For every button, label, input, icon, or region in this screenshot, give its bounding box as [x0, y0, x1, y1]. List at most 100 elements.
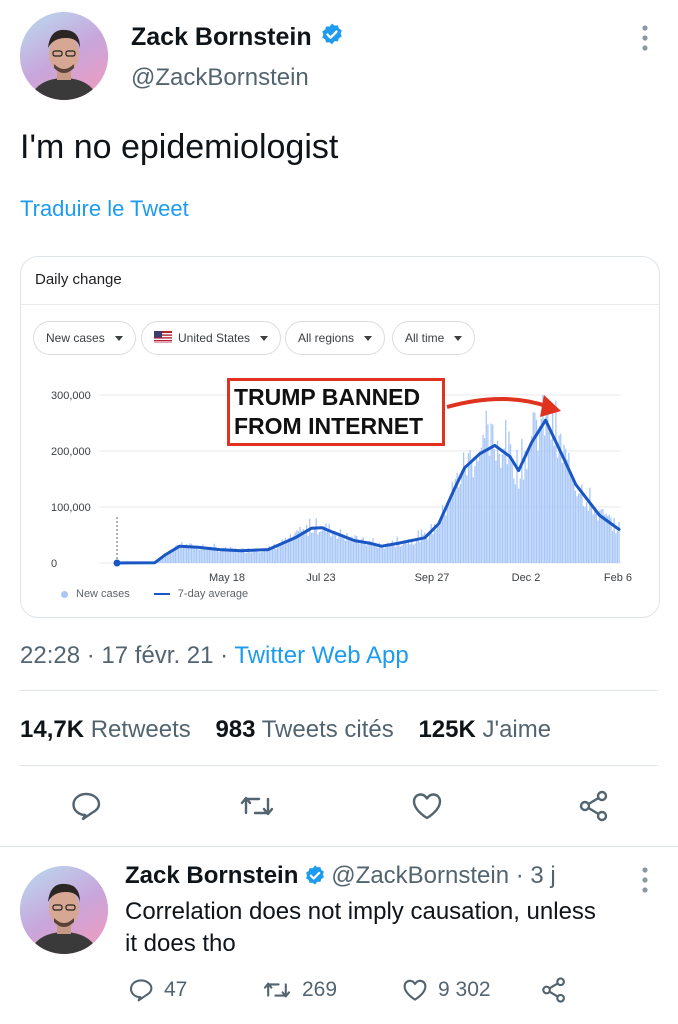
- chart-image-card[interactable]: Daily change New cases United States All…: [20, 256, 660, 618]
- new-cases-bar: [493, 448, 496, 563]
- reply-author-avatar[interactable]: [20, 866, 108, 954]
- quotes-stat[interactable]: 983 Tweets cités: [215, 716, 393, 743]
- new-cases-bar: [501, 454, 504, 563]
- new-cases-bar: [318, 531, 321, 563]
- new-cases-bar: [331, 531, 334, 563]
- new-cases-bar: [396, 536, 398, 563]
- like-button[interactable]: [407, 788, 447, 824]
- author-name[interactable]: Zack Bornstein: [131, 22, 345, 55]
- reply-author-name[interactable]: Zack Bornstein: [125, 862, 298, 889]
- new-cases-bar: [437, 526, 439, 563]
- new-cases-bar: [184, 547, 186, 563]
- chart-legend: New cases 7-day average: [61, 588, 248, 600]
- new-cases-bar: [309, 518, 311, 563]
- reply-reply-button[interactable]: 47: [128, 978, 187, 1002]
- new-cases-bar: [586, 501, 588, 563]
- new-cases-bar: [349, 539, 351, 563]
- new-cases-bar: [208, 549, 211, 563]
- new-cases-bar: [508, 431, 510, 563]
- tweet-date[interactable]: 17 févr. 21: [101, 642, 213, 669]
- new-cases-bar: [482, 434, 484, 563]
- new-cases-bar: [393, 545, 395, 563]
- chart-header: Daily change: [35, 271, 122, 288]
- chevron-down-icon: [260, 335, 269, 341]
- new-cases-bar: [518, 488, 520, 563]
- regions-dropdown[interactable]: All regions: [285, 321, 386, 355]
- new-cases-bar: [480, 447, 483, 563]
- new-cases-bar: [419, 541, 421, 563]
- new-cases-bar: [411, 540, 413, 563]
- new-cases-bar: [417, 530, 419, 563]
- legend-bars-marker: [61, 590, 68, 598]
- new-cases-bar: [566, 459, 568, 563]
- country-dropdown[interactable]: United States: [141, 321, 282, 355]
- new-cases-bar: [257, 551, 259, 563]
- new-cases-bar: [511, 462, 513, 563]
- metric-dropdown[interactable]: New cases: [33, 321, 136, 355]
- new-cases-bar: [469, 450, 471, 563]
- tweet-source-link[interactable]: Twitter Web App: [234, 642, 408, 669]
- new-cases-bar: [254, 550, 256, 563]
- new-cases-bar: [459, 484, 462, 563]
- new-cases-bar: [548, 431, 551, 563]
- new-cases-bar: [228, 550, 230, 563]
- new-cases-bar: [283, 542, 285, 563]
- avatar-portrait: [20, 866, 108, 954]
- new-cases-bar: [440, 517, 442, 563]
- new-cases-bar: [182, 548, 185, 563]
- reply-more-options-icon[interactable]: [640, 866, 652, 894]
- new-cases-bar: [458, 487, 460, 563]
- new-cases-bar: [192, 548, 194, 563]
- new-cases-bar: [496, 440, 499, 563]
- author-avatar[interactable]: [20, 12, 108, 100]
- reply-author-handle[interactable]: @ZackBornstein · 3 j: [331, 862, 555, 889]
- new-cases-bar: [521, 438, 523, 563]
- new-cases-bar: [592, 514, 594, 563]
- reply-retweet-button[interactable]: 269: [262, 978, 337, 1002]
- retweet-button[interactable]: [235, 788, 279, 824]
- author-handle[interactable]: @ZackBornstein: [131, 64, 309, 92]
- new-cases-bar: [244, 552, 246, 563]
- retweets-stat[interactable]: 14,7K Retweets: [20, 716, 191, 743]
- time-dropdown[interactable]: All time: [392, 321, 476, 355]
- translate-tweet-link[interactable]: Traduire le Tweet: [20, 196, 189, 222]
- new-cases-bar: [258, 552, 261, 563]
- y-tick-label: 300,000: [51, 390, 91, 402]
- more-options-icon[interactable]: [640, 24, 652, 52]
- new-cases-bar: [598, 510, 601, 563]
- new-cases-bar: [409, 544, 411, 563]
- new-cases-bar: [203, 548, 206, 563]
- regions-dropdown-label: All regions: [298, 331, 355, 345]
- new-cases-bar: [461, 473, 463, 563]
- reply-button[interactable]: [66, 788, 106, 824]
- new-cases-bar: [519, 478, 521, 563]
- share-button[interactable]: [574, 786, 614, 826]
- likes-stat[interactable]: 125K J'aime: [418, 716, 551, 743]
- new-cases-bar: [561, 462, 564, 563]
- new-cases-bar: [616, 530, 619, 563]
- tweet-text: I'm no epidemiologist: [20, 128, 339, 166]
- reply-like-button[interactable]: 9 302: [402, 978, 491, 1002]
- new-cases-bar: [526, 469, 528, 563]
- new-cases-bar: [438, 526, 440, 563]
- new-cases-bar: [322, 530, 324, 563]
- chart-filter-row: New cases United States All regions All …: [33, 321, 653, 357]
- reply-count: 47: [164, 978, 188, 1001]
- new-cases-bar: [490, 423, 492, 563]
- retweet-count: 269: [302, 978, 338, 1001]
- share-icon: [542, 977, 565, 1003]
- new-cases-bar: [445, 515, 447, 563]
- new-cases-bar: [537, 450, 539, 563]
- new-cases-bar: [352, 542, 355, 563]
- new-cases-bar: [394, 547, 397, 563]
- new-cases-bar: [488, 455, 491, 563]
- reply-header: Zack Bornstein @ZackBornstein · 3 j: [125, 862, 556, 893]
- new-cases-bar: [527, 448, 530, 563]
- annotation-arrow: [446, 395, 561, 417]
- reply-share-button[interactable]: [540, 976, 568, 1004]
- new-cases-bar: [291, 539, 293, 563]
- new-cases-bar: [307, 535, 309, 563]
- new-cases-bar: [255, 550, 257, 563]
- new-cases-bar: [312, 532, 314, 563]
- new-cases-bar: [388, 544, 390, 563]
